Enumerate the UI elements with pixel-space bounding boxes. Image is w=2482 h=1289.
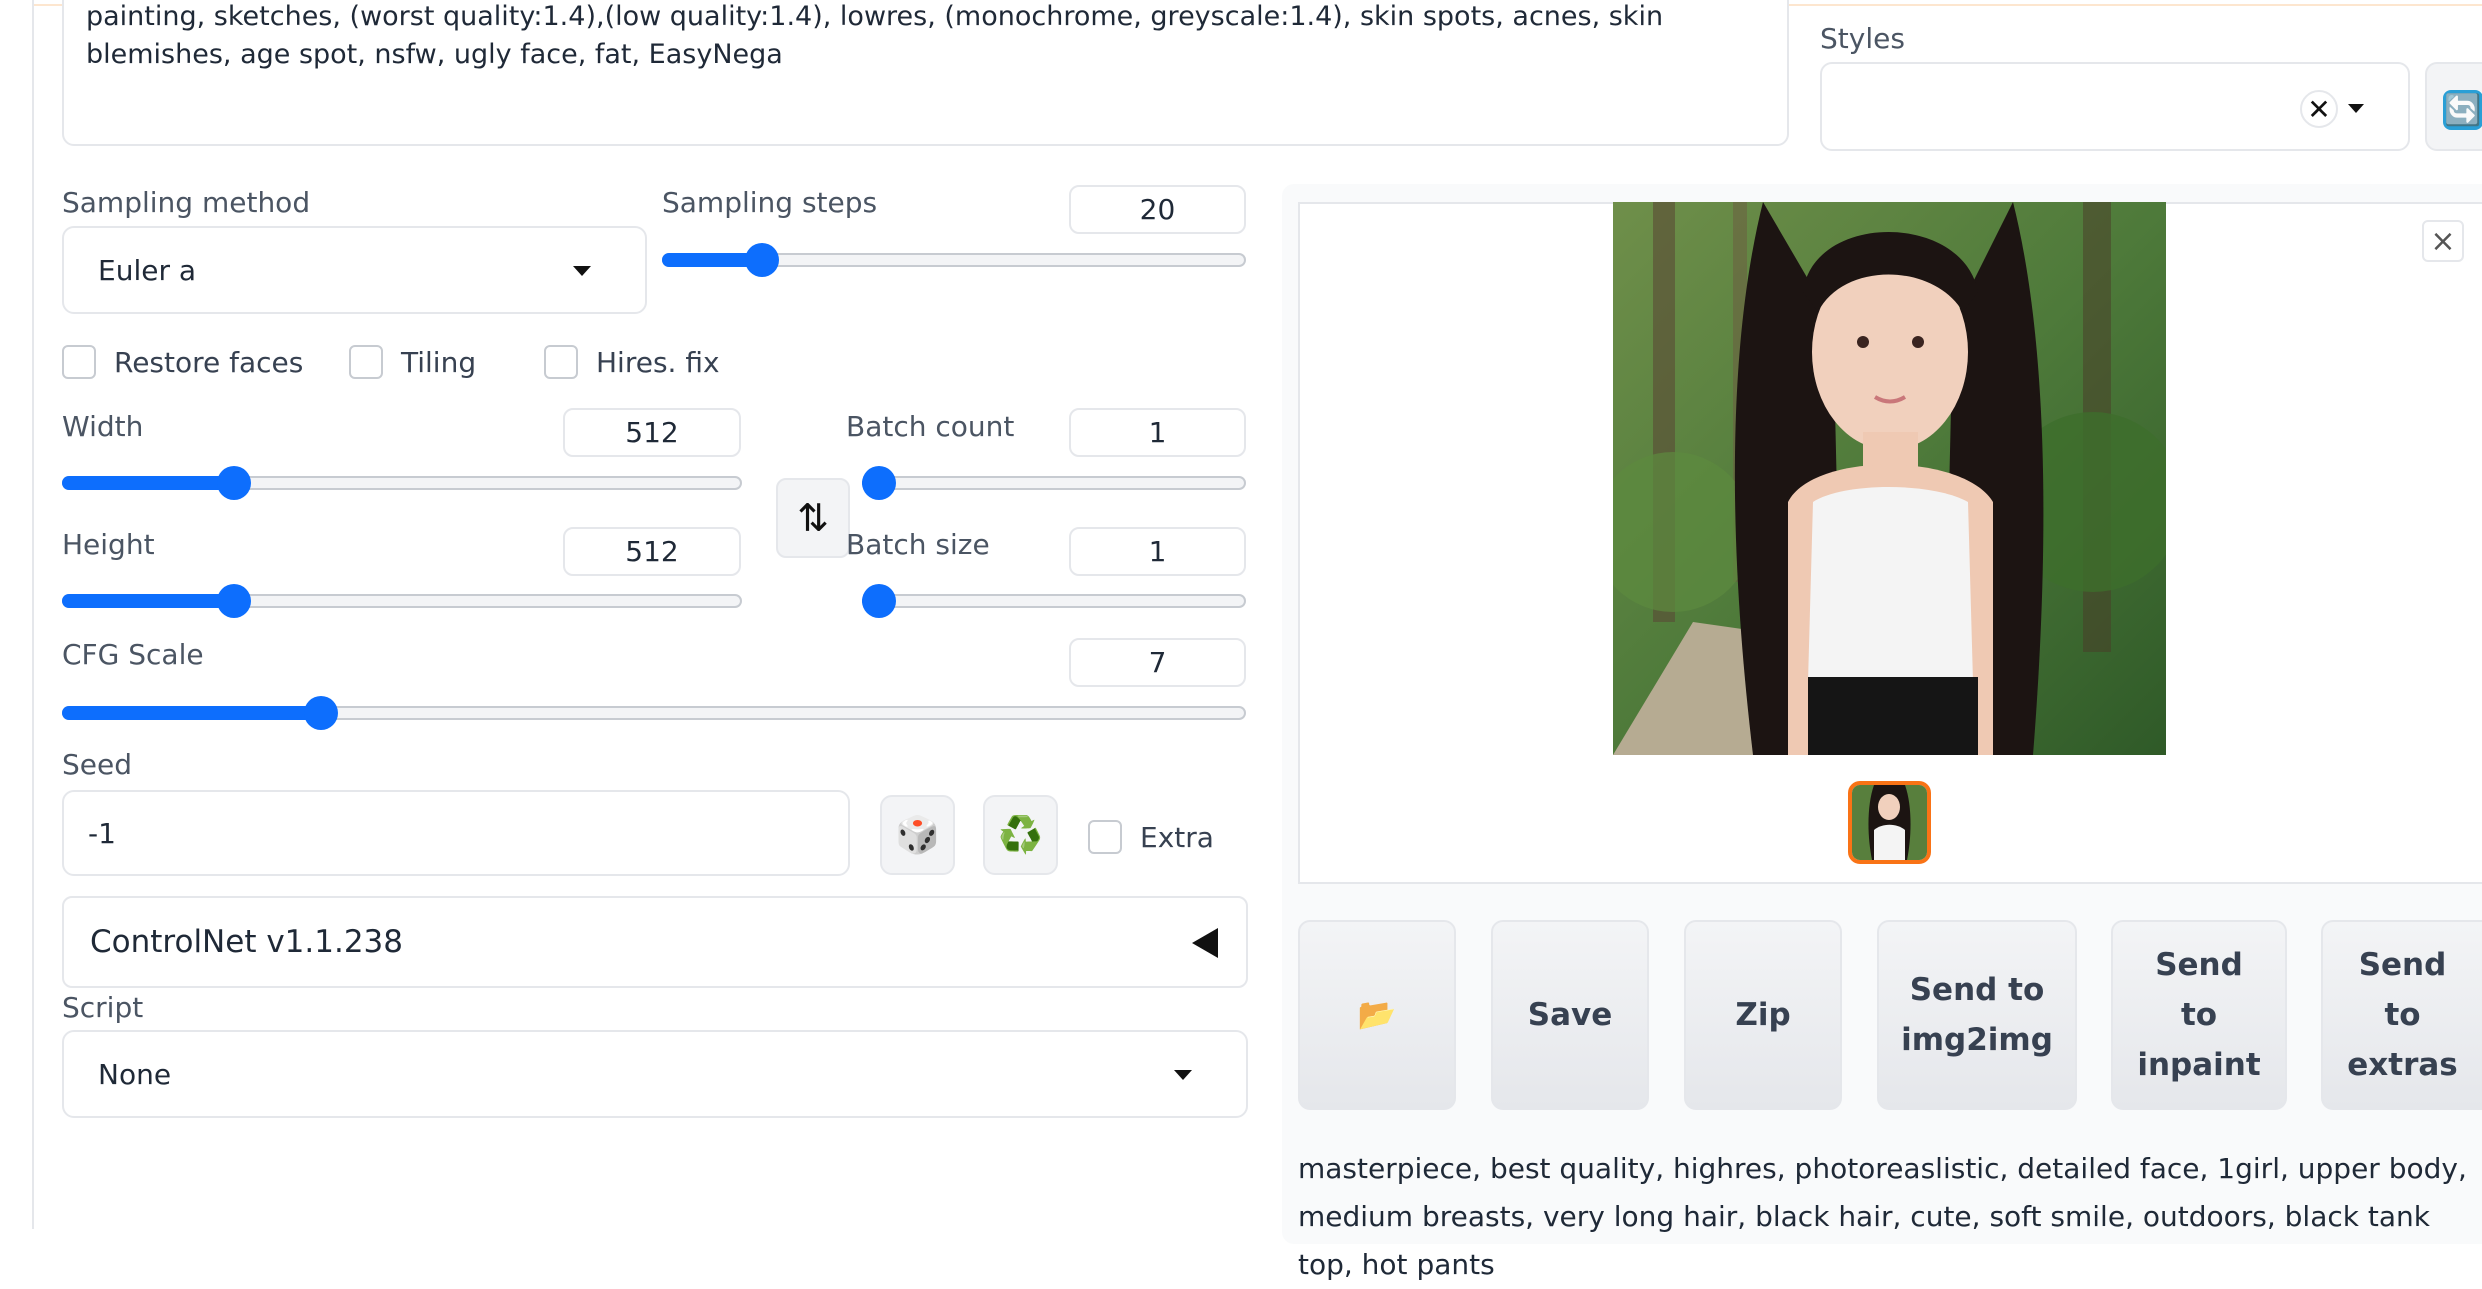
- slider-thumb[interactable]: [862, 466, 896, 500]
- send-inpaint-line2: to: [2180, 997, 2218, 1033]
- collapse-arrow-icon[interactable]: [1192, 928, 1218, 958]
- refresh-styles-button[interactable]: 🔄: [2425, 62, 2482, 151]
- sampling-steps-label: Sampling steps: [662, 186, 878, 219]
- open-folder-button[interactable]: 📂: [1298, 920, 1456, 1110]
- send-extras-line1: Send: [2358, 947, 2447, 983]
- random-seed-button[interactable]: 🎲: [880, 795, 955, 875]
- send-to-extras-button[interactable]: Send to extras: [2321, 920, 2482, 1110]
- close-icon[interactable]: ×: [2422, 220, 2464, 262]
- controlnet-accordion[interactable]: ControlNet v1.1.238: [62, 896, 1248, 988]
- gallery-thumbnail[interactable]: [1848, 781, 1931, 864]
- height-input[interactable]: 512: [563, 527, 741, 576]
- batch-count-slider[interactable]: [862, 466, 1246, 500]
- send-img2img-line1: Send to: [1909, 972, 2045, 1008]
- extra-checkbox[interactable]: [1088, 820, 1122, 854]
- folder-icon: 📂: [1357, 997, 1397, 1033]
- zip-label: Zip: [1735, 997, 1791, 1033]
- zip-button[interactable]: Zip: [1684, 920, 1842, 1110]
- hires-fix-label: Hires. fix: [596, 345, 720, 379]
- dice-icon: 🎲: [895, 815, 940, 856]
- refresh-icon: 🔄: [2443, 90, 2482, 130]
- height-label: Height: [62, 528, 155, 561]
- slider-thumb[interactable]: [303, 696, 338, 730]
- script-label: Script: [62, 991, 144, 1024]
- cfg-scale-input[interactable]: 7: [1069, 638, 1246, 687]
- restore-faces-checkbox[interactable]: [62, 345, 96, 379]
- script-value: None: [98, 1057, 172, 1091]
- cfg-scale-label: CFG Scale: [62, 638, 204, 671]
- sampling-steps-slider[interactable]: [662, 243, 1246, 277]
- seed-value: -1: [88, 816, 116, 850]
- batch-count-label: Batch count: [846, 410, 1015, 443]
- recycle-icon: ♻️: [998, 815, 1043, 856]
- generated-image-graphic: [1613, 202, 2166, 755]
- batch-size-slider[interactable]: [862, 584, 1246, 618]
- save-button[interactable]: Save: [1491, 920, 1649, 1110]
- slider-fill: [62, 706, 321, 720]
- send-extras-line2: to: [2384, 997, 2421, 1033]
- send-to-img2img-button[interactable]: Send to img2img: [1877, 920, 2077, 1110]
- slider-fill: [62, 594, 235, 608]
- sampling-method-label: Sampling method: [62, 186, 311, 219]
- hires-fix-option[interactable]: Hires. fix: [544, 345, 720, 379]
- chevron-down-icon: [1174, 1070, 1192, 1080]
- generated-image[interactable]: [1613, 202, 2166, 755]
- slider-thumb[interactable]: [217, 584, 252, 618]
- extra-label: Extra: [1140, 820, 1214, 854]
- send-img2img-line2: img2img: [1901, 1022, 2053, 1058]
- send-to-inpaint-button[interactable]: Send to inpaint: [2111, 920, 2287, 1110]
- extra-seed-option[interactable]: Extra: [1088, 820, 1214, 854]
- thumbnail-graphic: [1852, 785, 1927, 860]
- save-label: Save: [1527, 997, 1613, 1033]
- send-inpaint-line1: Send: [2155, 947, 2243, 983]
- controlnet-title: ControlNet v1.1.238: [90, 924, 403, 960]
- slider-thumb[interactable]: [744, 243, 779, 277]
- seed-input[interactable]: -1: [62, 790, 850, 876]
- chevron-down-icon: [573, 266, 591, 276]
- hires-fix-checkbox[interactable]: [544, 345, 578, 379]
- slider-thumb[interactable]: [862, 584, 896, 618]
- batch-count-input[interactable]: 1: [1069, 408, 1246, 457]
- batch-size-input[interactable]: 1: [1069, 527, 1246, 576]
- swap-icon: ⇅: [797, 496, 829, 540]
- slider-track: [862, 594, 1246, 608]
- slider-track: [862, 476, 1246, 490]
- send-inpaint-line3: inpaint: [2137, 1047, 2261, 1083]
- tiling-checkbox[interactable]: [349, 345, 383, 379]
- left-rail: [0, 0, 34, 1229]
- send-extras-line3: extras: [2347, 1047, 2458, 1083]
- sampling-method-dropdown[interactable]: Euler a: [62, 226, 647, 314]
- tiling-option[interactable]: Tiling: [349, 345, 476, 379]
- generation-info-text: masterpiece, best quality, highres, phot…: [1298, 1152, 2467, 1281]
- reuse-seed-button[interactable]: ♻️: [983, 795, 1058, 875]
- width-slider[interactable]: [62, 466, 742, 500]
- width-label: Width: [62, 410, 144, 443]
- styles-dropdown[interactable]: ✕: [1820, 62, 2410, 151]
- slider-fill: [62, 476, 235, 490]
- batch-size-label: Batch size: [846, 528, 990, 561]
- chevron-down-icon[interactable]: [2348, 104, 2364, 113]
- clear-icon[interactable]: ✕: [2300, 90, 2338, 128]
- slider-thumb[interactable]: [217, 466, 252, 500]
- restore-faces-option[interactable]: Restore faces: [62, 345, 303, 379]
- styles-label: Styles: [1820, 22, 1905, 55]
- swap-dimensions-button[interactable]: ⇅: [776, 478, 850, 558]
- tiling-label: Tiling: [401, 345, 477, 379]
- script-dropdown[interactable]: None: [62, 1030, 1248, 1118]
- height-slider[interactable]: [62, 584, 742, 618]
- sampling-steps-input[interactable]: 20: [1069, 185, 1246, 234]
- sampling-method-value: Euler a: [98, 253, 197, 287]
- negative-prompt-textarea[interactable]: painting, sketches, (worst quality:1.4),…: [62, 0, 1789, 146]
- seed-label: Seed: [62, 748, 132, 781]
- restore-faces-label: Restore faces: [114, 345, 304, 379]
- cfg-scale-slider[interactable]: [62, 696, 1246, 730]
- width-input[interactable]: 512: [563, 408, 741, 457]
